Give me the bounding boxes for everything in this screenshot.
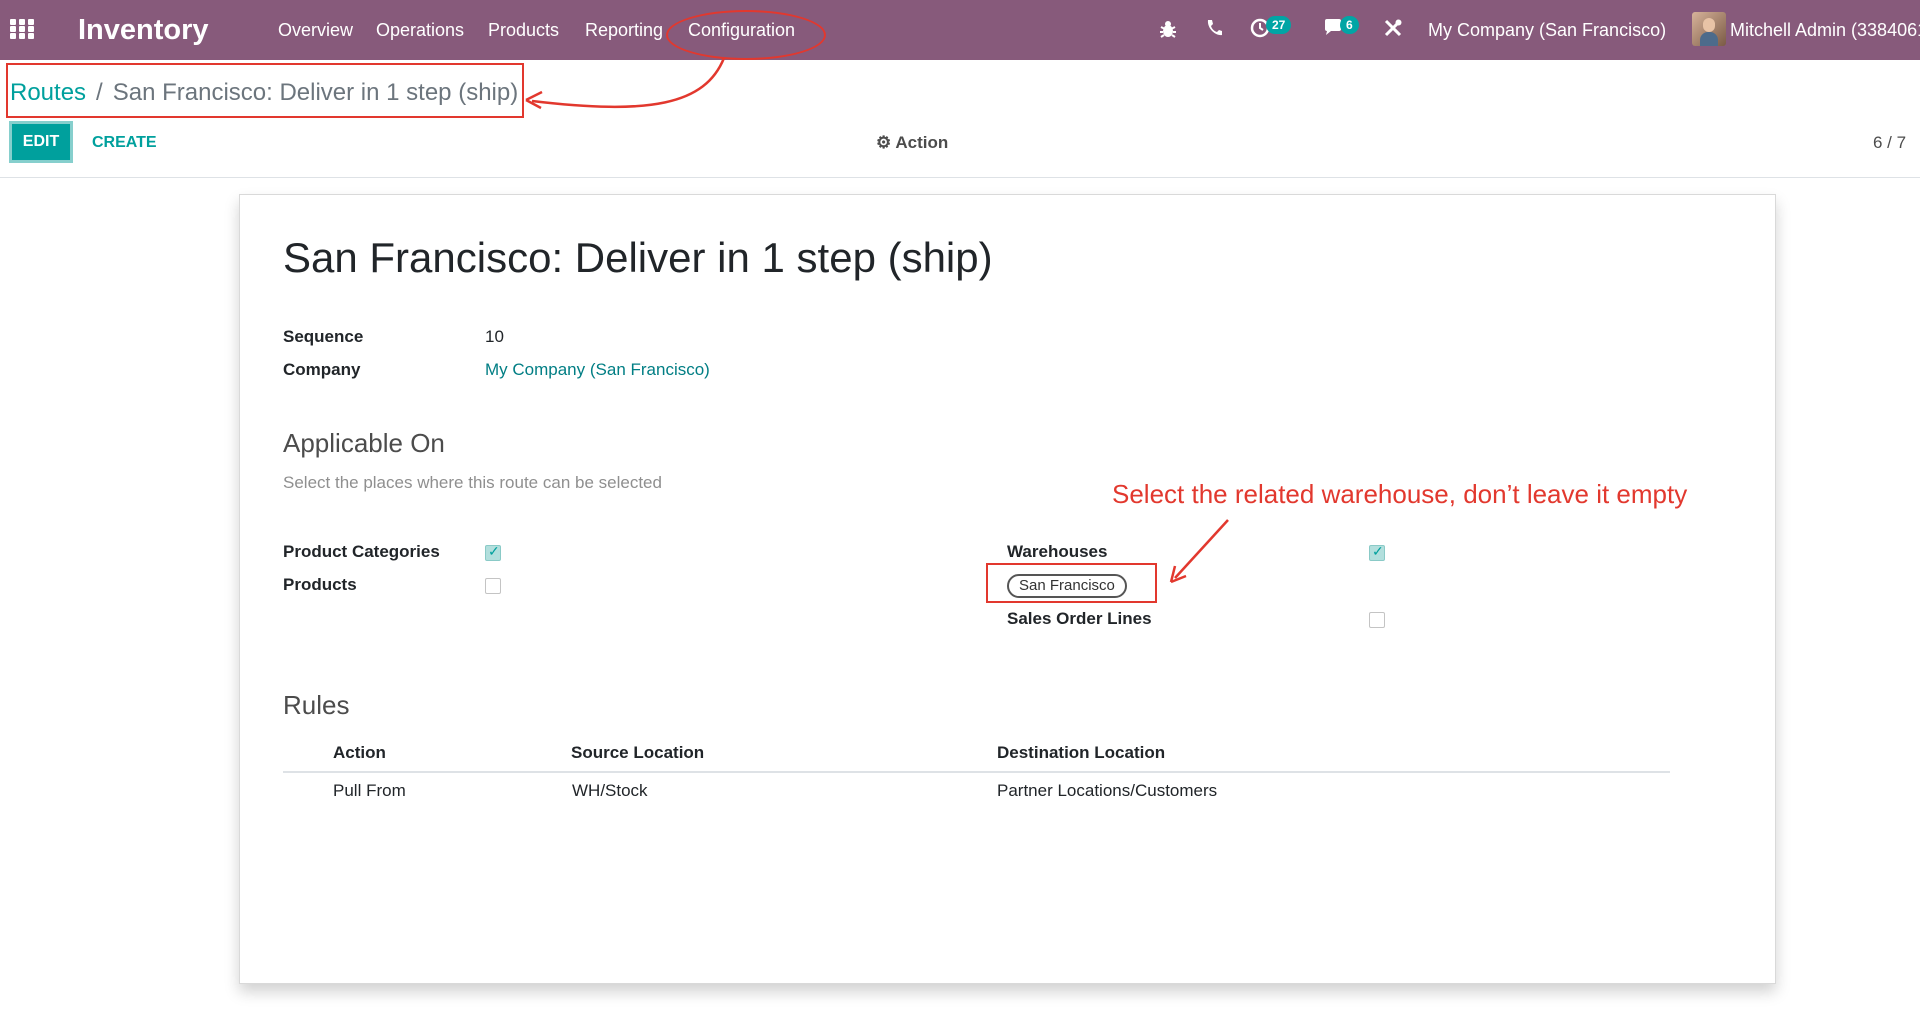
rules-header-divider: [283, 771, 1670, 773]
configuration-highlight-oval: [666, 10, 826, 60]
action-dropdown[interactable]: ⚙ Action: [876, 132, 948, 154]
menu-overview[interactable]: Overview: [278, 18, 353, 42]
sequence-label: Sequence: [283, 327, 364, 346]
tools-icon[interactable]: [1383, 18, 1403, 42]
action-label: Action: [895, 133, 949, 152]
applicable-help-text: Select the places where this route can b…: [283, 473, 662, 492]
warehouse-tag-highlight-box: [986, 563, 1157, 603]
apps-grid-icon[interactable]: [10, 19, 34, 39]
edit-button[interactable]: EDIT: [9, 121, 73, 163]
sequence-value: 10: [485, 327, 504, 346]
breadcrumb-highlight-box: [6, 63, 524, 118]
menu-products[interactable]: Products: [488, 18, 559, 42]
menu-operations[interactable]: Operations: [376, 18, 464, 42]
activity-badge: 27: [1266, 16, 1292, 34]
messages-badge: 6: [1340, 16, 1359, 34]
app-name[interactable]: Inventory: [78, 10, 209, 50]
warehouses-checkbox[interactable]: [1369, 543, 1385, 561]
company-link[interactable]: My Company (San Francisco): [485, 359, 710, 381]
product-categories-checkbox[interactable]: [485, 543, 501, 561]
sales-order-lines-checkbox[interactable]: [1369, 612, 1385, 628]
pager-value[interactable]: 6 / 7: [1873, 132, 1906, 154]
record-title: San Francisco: Deliver in 1 step (ship): [283, 234, 993, 281]
rules-heading: Rules: [283, 690, 350, 720]
rule-action-cell[interactable]: Pull From: [333, 780, 406, 802]
sales-order-lines-label: Sales Order Lines: [1007, 609, 1152, 628]
user-menu[interactable]: Mitchell Admin (3384061: [1730, 18, 1920, 42]
company-label: Company: [283, 360, 361, 379]
gear-icon: ⚙: [876, 133, 892, 152]
phone-icon[interactable]: [1205, 18, 1223, 42]
product-categories-label: Product Categories: [283, 542, 440, 561]
products-checkbox[interactable]: [485, 578, 501, 594]
rules-col-source[interactable]: Source Location: [571, 742, 704, 764]
rules-col-destination[interactable]: Destination Location: [997, 742, 1165, 764]
user-avatar[interactable]: [1692, 12, 1726, 46]
top-navbar: Inventory Overview Operations Products R…: [0, 0, 1920, 60]
debug-bug-icon[interactable]: [1158, 18, 1178, 42]
rule-source-cell[interactable]: WH/Stock: [572, 780, 648, 802]
rules-col-action[interactable]: Action: [333, 742, 386, 764]
applicable-on-heading: Applicable On: [283, 428, 445, 458]
create-button[interactable]: CREATE: [92, 133, 157, 153]
menu-reporting[interactable]: Reporting: [585, 18, 663, 42]
company-switcher[interactable]: My Company (San Francisco): [1428, 18, 1666, 42]
warehouses-label: Warehouses: [1007, 542, 1108, 561]
warehouse-annotation-text: Select the related warehouse, don’t leav…: [1112, 479, 1688, 509]
rule-destination-cell[interactable]: Partner Locations/Customers: [997, 780, 1217, 802]
products-label: Products: [283, 575, 357, 594]
